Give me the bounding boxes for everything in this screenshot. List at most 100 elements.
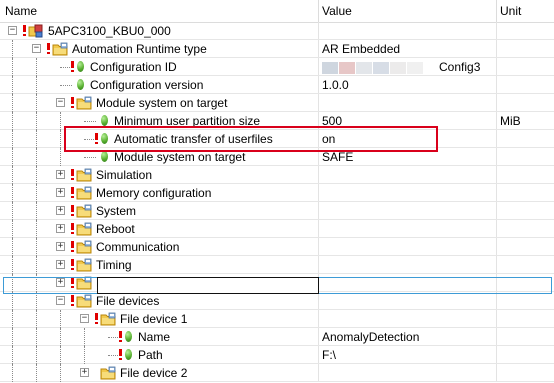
row-name: Module system on target <box>114 150 246 164</box>
tree-connector <box>12 40 14 58</box>
tree-row[interactable]: − 5APC3100_KBU0_000 <box>0 22 554 40</box>
tree-connector <box>12 202 14 220</box>
expand-toggle[interactable]: + <box>56 242 65 251</box>
tree-row[interactable]: Automatic transfer of userfiles on <box>0 130 554 148</box>
tree-connector <box>60 364 62 382</box>
row-name: System <box>96 204 137 218</box>
tree-connector <box>12 292 14 310</box>
tree-connector <box>36 310 38 328</box>
tree-connector <box>12 364 14 382</box>
expand-toggle[interactable]: + <box>56 224 65 233</box>
warning-icon <box>71 97 74 108</box>
tree-connector <box>36 76 38 94</box>
folder-icon <box>76 96 92 110</box>
tree-connector <box>84 328 86 346</box>
warning-icon <box>23 25 26 36</box>
row-value[interactable]: on <box>322 132 335 146</box>
tree-row[interactable]: + Memory configuration <box>0 184 554 202</box>
tree-connector <box>12 238 14 256</box>
tree-row[interactable]: + Communication <box>0 238 554 256</box>
tree-connector <box>12 346 14 364</box>
tree-row[interactable]: + Timing <box>0 256 554 274</box>
column-divider[interactable] <box>496 0 497 22</box>
tree-row[interactable]: Configuration version 1.0.0 <box>0 76 554 94</box>
folder-icon <box>76 186 92 200</box>
column-header-value[interactable]: Value <box>322 4 352 18</box>
warning-icon <box>119 331 122 342</box>
folder-icon <box>76 294 92 308</box>
tree-row[interactable]: + Reboot <box>0 220 554 238</box>
tree-connector <box>12 58 14 76</box>
tree-connector <box>60 148 62 166</box>
tree-connector <box>12 94 14 112</box>
warning-icon <box>71 61 74 72</box>
collapse-toggle[interactable]: − <box>8 26 17 35</box>
tree-row[interactable]: Path F:\ <box>0 346 554 364</box>
row-value[interactable]: 500 <box>322 114 342 128</box>
column-divider[interactable] <box>318 0 319 22</box>
tree-connector <box>36 58 38 76</box>
collapse-toggle[interactable]: − <box>80 314 89 323</box>
row-value[interactable]: Config3 <box>439 60 480 74</box>
expand-toggle[interactable]: + <box>56 170 65 179</box>
row-name: Module system on target <box>96 96 228 110</box>
folder-icon <box>76 240 92 254</box>
tree-row[interactable]: − Module system on target <box>0 94 554 112</box>
warning-icon <box>47 43 50 54</box>
collapse-toggle[interactable]: − <box>56 98 65 107</box>
row-value[interactable]: F:\ <box>322 348 336 362</box>
row-value[interactable]: SAFE <box>322 150 353 164</box>
tree-connector <box>12 76 14 94</box>
tree-connector <box>60 328 62 346</box>
row-value[interactable]: AnomalyDetection <box>322 330 419 344</box>
collapse-toggle[interactable]: − <box>32 44 41 53</box>
redacted-value <box>322 62 424 74</box>
tree-row[interactable]: − File devices <box>0 292 554 310</box>
tree-connector <box>60 130 62 148</box>
tree-connector <box>12 184 14 202</box>
tree-row[interactable]: + System <box>0 202 554 220</box>
warning-icon <box>71 169 74 180</box>
collapse-toggle[interactable]: − <box>56 296 65 305</box>
column-header-name[interactable]: Name <box>5 4 37 18</box>
column-header-unit[interactable]: Unit <box>500 4 521 18</box>
row-name: Configuration ID <box>90 60 177 74</box>
tree-connector <box>36 256 38 274</box>
row-name: Memory configuration <box>96 186 212 200</box>
tree-connector <box>60 112 62 130</box>
warning-icon <box>71 241 74 252</box>
expand-toggle[interactable]: + <box>56 260 65 269</box>
folder-icon <box>100 312 116 326</box>
tree-row[interactable]: + File device 2 <box>0 364 554 382</box>
expand-toggle[interactable]: + <box>80 368 89 377</box>
row-name: Timing <box>96 258 132 272</box>
tree-row[interactable]: Configuration ID Config3 <box>0 58 554 76</box>
expand-toggle[interactable]: + <box>56 188 65 197</box>
tree-row[interactable]: − Automation Runtime type AR Embedded <box>0 40 554 58</box>
parameter-icon <box>101 115 108 126</box>
warning-icon <box>119 349 122 360</box>
tree-connector <box>36 238 38 256</box>
warning-icon <box>71 187 74 198</box>
tree-connector <box>36 184 38 202</box>
parameter-icon <box>77 61 84 72</box>
tree-row[interactable]: + Simulation <box>0 166 554 184</box>
tree-connector <box>36 364 38 382</box>
row-name: File device 2 <box>120 366 188 380</box>
tree-row[interactable]: − File device 1 <box>0 310 554 328</box>
expand-toggle[interactable]: + <box>56 206 65 215</box>
rename-edit-box[interactable] <box>97 277 319 294</box>
tree-row[interactable]: Minimum user partition size 500 MiB <box>0 112 554 130</box>
folder-icon <box>100 366 116 380</box>
tree-connector <box>12 112 14 130</box>
folder-icon <box>76 222 92 236</box>
row-value[interactable]: 1.0.0 <box>322 78 349 92</box>
tree-row[interactable]: Name AnomalyDetection <box>0 328 554 346</box>
parameter-icon <box>125 349 132 360</box>
row-value[interactable]: AR Embedded <box>322 42 400 56</box>
property-tree[interactable]: −5APC3100_KBU0_000− Automation Runtime ty… <box>0 22 554 382</box>
row-name: File devices <box>96 294 160 308</box>
tree-connector <box>36 220 38 238</box>
tree-connector <box>60 346 62 364</box>
tree-row[interactable]: Module system on target SAFE <box>0 148 554 166</box>
